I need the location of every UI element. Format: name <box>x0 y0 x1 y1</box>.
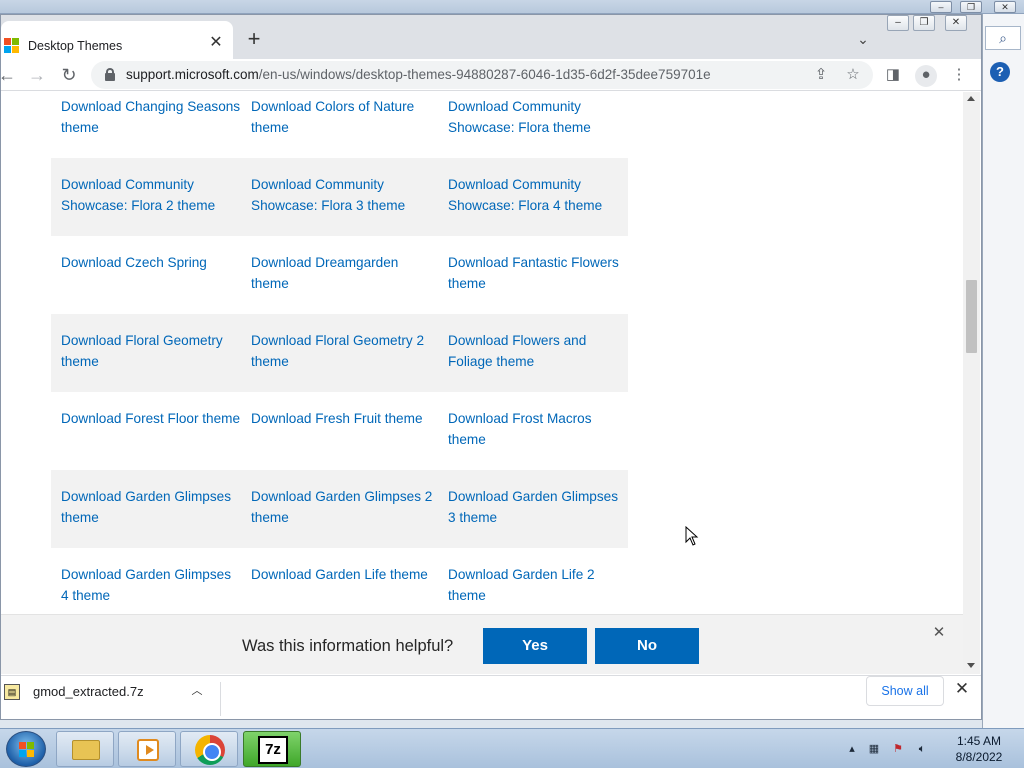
tab-strip: Desktop Themes ✕ + ⌄ – ❐ ✕ <box>1 15 981 59</box>
scroll-down-arrow-icon[interactable] <box>967 663 975 668</box>
theme-link[interactable]: Download Floral Geometry theme <box>61 330 241 372</box>
no-button[interactable]: No <box>595 628 699 664</box>
action-center-flag-icon[interactable]: ⚑ <box>890 741 906 757</box>
page-scrollbar[interactable] <box>963 92 980 674</box>
theme-link-grid: Download Changing Seasons theme Download… <box>51 92 628 614</box>
theme-link[interactable]: Download Colors of Nature theme <box>251 96 436 138</box>
minimize-icon[interactable]: – <box>887 15 909 31</box>
taskbar-7zip-button[interactable]: 7z <box>243 731 301 767</box>
scroll-up-arrow-icon[interactable] <box>967 96 975 101</box>
mouse-cursor-icon <box>685 526 699 546</box>
share-icon[interactable]: ⇪ <box>811 65 831 85</box>
download-bar: ▤ gmod_extracted.7z ︿ Show all ✕ <box>1 675 981 719</box>
theme-link[interactable]: Download Community Showcase: Flora 3 the… <box>251 174 436 216</box>
theme-link[interactable]: Download Garden Glimpses 2 theme <box>251 486 436 528</box>
browser-toolbar: ← → ↻ support.microsoft.com/en-us/window… <box>1 59 981 91</box>
theme-link[interactable]: Download Garden Life 2 theme <box>448 564 626 606</box>
table-row: Download Czech Spring Download Dreamgard… <box>51 236 628 314</box>
download-file-name[interactable]: gmod_extracted.7z <box>33 684 144 699</box>
theme-link[interactable]: Download Changing Seasons theme <box>61 96 241 138</box>
theme-link[interactable]: Download Fresh Fruit theme <box>251 408 436 429</box>
tab-title: Desktop Themes <box>28 39 123 53</box>
theme-link[interactable]: Download Community Showcase: Flora 2 the… <box>61 174 241 216</box>
theme-link[interactable]: Download Community Showcase: Flora 4 the… <box>448 174 626 216</box>
download-bar-close-icon[interactable]: ✕ <box>953 680 971 698</box>
table-row: Download Community Showcase: Flora 2 the… <box>51 158 628 236</box>
new-tab-icon[interactable]: + <box>243 28 265 51</box>
start-button[interactable] <box>6 731 46 767</box>
lock-icon[interactable] <box>105 68 115 81</box>
taskbar-chrome-button[interactable] <box>180 731 238 767</box>
table-row: Download Forest Floor theme Download Fre… <box>51 392 628 470</box>
volume-icon[interactable]: 🔈︎ <box>914 741 930 757</box>
close-window-icon[interactable]: ✕ <box>945 15 967 31</box>
table-row: Download Changing Seasons theme Download… <box>51 92 628 158</box>
theme-link[interactable]: Download Garden Glimpses 3 theme <box>448 486 626 528</box>
table-row: Download Garden Glimpses 4 theme Downloa… <box>51 548 628 614</box>
theme-link[interactable]: Download Dreamgarden theme <box>251 252 436 294</box>
media-player-icon <box>137 739 159 761</box>
taskbar: 7z ▴ ▦ ⚑ 🔈︎ 1:45 AM 8/8/2022 <box>0 728 1024 768</box>
theme-link[interactable]: Download Fantastic Flowers theme <box>448 252 626 294</box>
back-arrow-icon[interactable]: ← <box>1 63 19 87</box>
background-close-icon[interactable]: ✕ <box>994 1 1016 13</box>
theme-link[interactable]: Download Community Showcase: Flora theme <box>448 96 626 138</box>
feedback-bar: Was this information helpful? Yes No ✕ <box>1 614 963 674</box>
table-row: Download Floral Geometry theme Download … <box>51 314 628 392</box>
reload-icon[interactable]: ↻ <box>57 63 81 87</box>
show-all-button[interactable]: Show all <box>866 676 944 706</box>
7zip-icon: 7z <box>258 736 288 764</box>
clock[interactable]: 1:45 AM 8/8/2022 <box>944 733 1014 765</box>
tab-desktop-themes[interactable]: Desktop Themes ✕ <box>1 21 233 59</box>
tab-search-chevron-icon[interactable]: ⌄ <box>853 29 873 49</box>
bookmark-star-icon[interactable]: ☆ <box>843 65 863 85</box>
scroll-thumb[interactable] <box>966 280 977 353</box>
clock-date: 8/8/2022 <box>955 750 1003 764</box>
taskbar-media-player-button[interactable] <box>118 731 176 767</box>
url-text[interactable]: support.microsoft.com/en-us/windows/desk… <box>126 67 711 82</box>
help-icon[interactable]: ? <box>990 62 1010 82</box>
clock-time: 1:45 AM <box>956 734 1002 748</box>
page-content: Download Changing Seasons theme Download… <box>1 92 963 614</box>
theme-link[interactable]: Download Forest Floor theme <box>61 408 241 429</box>
theme-link[interactable]: Download Garden Life theme <box>251 564 436 585</box>
address-bar[interactable]: support.microsoft.com/en-us/windows/desk… <box>91 61 873 89</box>
microsoft-logo-icon <box>4 38 20 54</box>
folder-icon <box>72 740 100 760</box>
theme-link[interactable]: Download Garden Glimpses 4 theme <box>61 564 241 606</box>
feedback-close-icon[interactable]: ✕ <box>931 625 947 641</box>
theme-link[interactable]: Download Floral Geometry 2 theme <box>251 330 436 372</box>
theme-link[interactable]: Download Frost Macros theme <box>448 408 626 450</box>
table-row: Download Garden Glimpses theme Download … <box>51 470 628 548</box>
divider <box>220 682 221 716</box>
chrome-icon <box>195 735 225 765</box>
maximize-icon[interactable]: ❐ <box>913 15 935 31</box>
windows-logo-icon <box>19 742 35 758</box>
taskbar-explorer-button[interactable] <box>56 731 114 767</box>
forward-arrow-icon[interactable]: → <box>25 63 49 87</box>
yes-button[interactable]: Yes <box>483 628 587 664</box>
menu-kebab-icon[interactable]: ⋮ <box>949 65 969 85</box>
background-window-titlebar: – ❐ ✕ <box>0 0 1024 14</box>
show-hidden-icons-icon[interactable]: ▴ <box>844 741 860 757</box>
background-search-icon[interactable]: ⌕ <box>985 26 1021 50</box>
system-tray: ▴ ▦ ⚑ 🔈︎ 1:45 AM 8/8/2022 <box>840 729 1024 769</box>
theme-link[interactable]: Download Flowers and Foliage theme <box>448 330 626 372</box>
profile-avatar-icon[interactable]: ● <box>915 65 937 87</box>
background-minimize-icon[interactable]: – <box>930 1 952 13</box>
background-restore-icon[interactable]: ❐ <box>960 1 982 13</box>
background-window-pane <box>982 14 1024 728</box>
chevron-up-icon[interactable]: ︿ <box>189 682 205 700</box>
theme-link[interactable]: Download Czech Spring <box>61 252 241 273</box>
tab-close-icon[interactable]: ✕ <box>207 34 225 52</box>
browser-window: Desktop Themes ✕ + ⌄ – ❐ ✕ ← → ↻ support… <box>0 14 982 720</box>
side-panel-icon[interactable]: ◨ <box>883 65 903 85</box>
feedback-question: Was this information helpful? <box>242 637 454 655</box>
archive-file-icon: ▤ <box>4 684 20 700</box>
theme-link[interactable]: Download Garden Glimpses theme <box>61 486 241 528</box>
network-icon[interactable]: ▦ <box>866 741 882 757</box>
